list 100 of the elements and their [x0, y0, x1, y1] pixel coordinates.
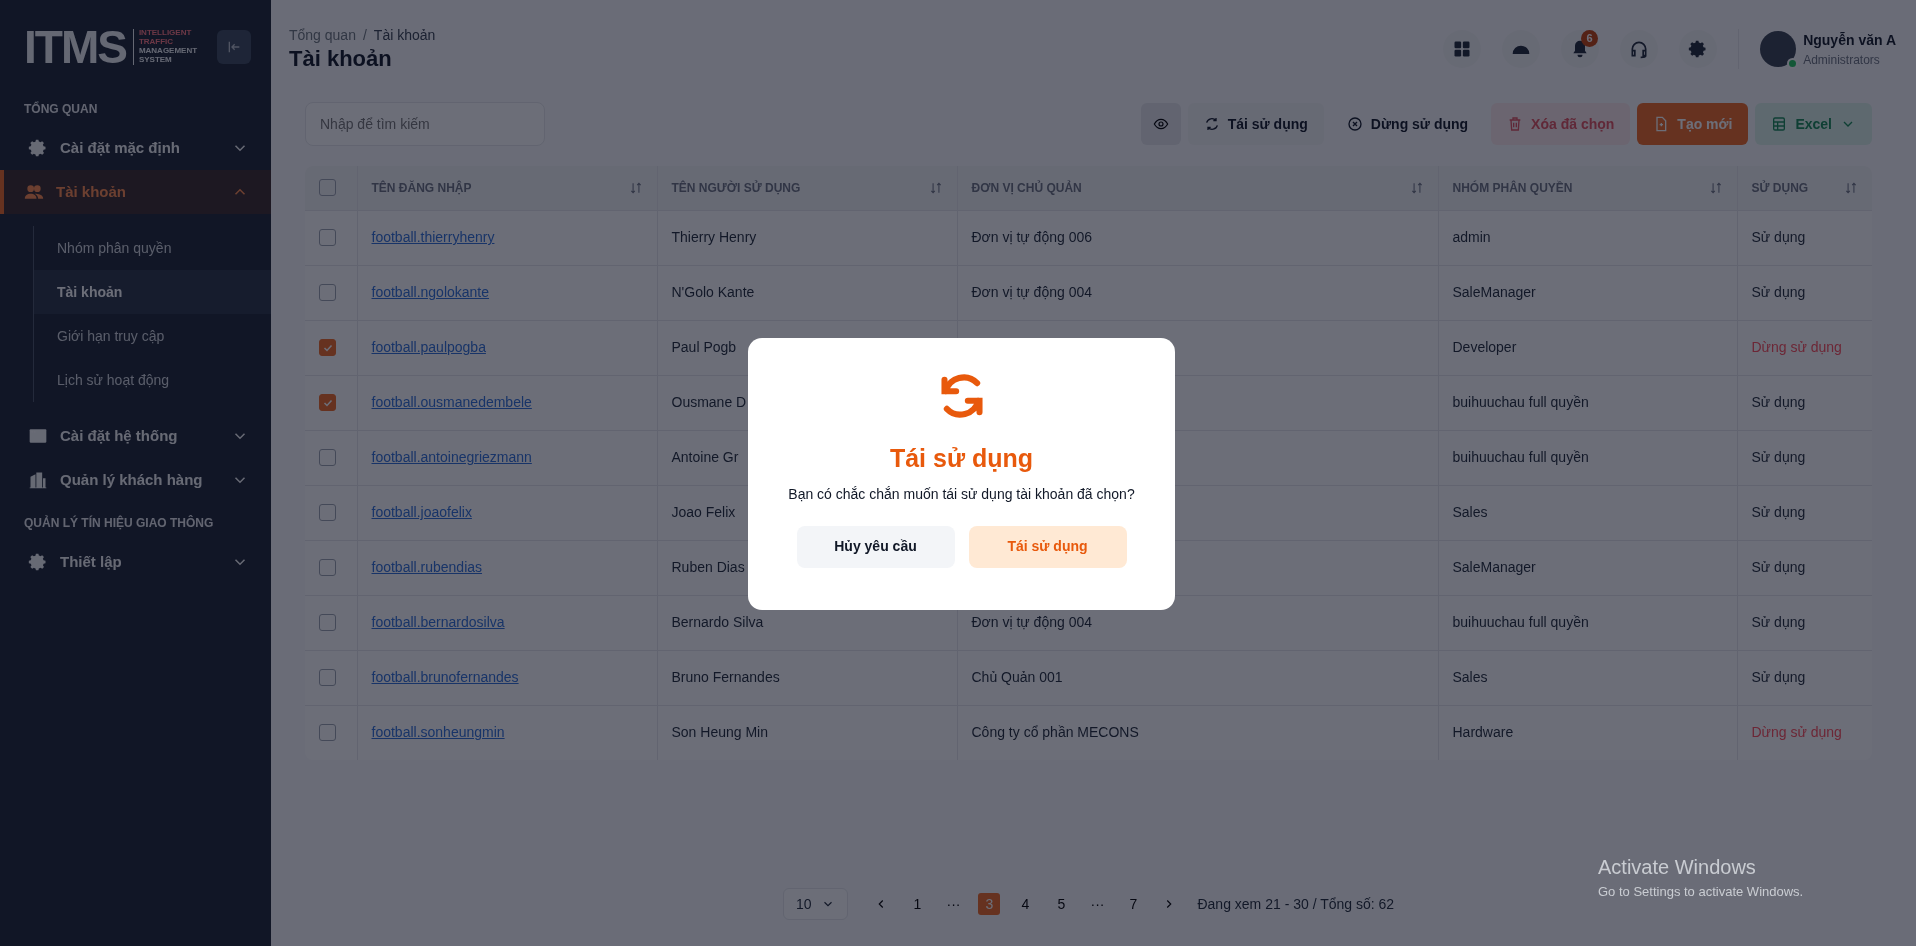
page-button[interactable]: 4 [1014, 893, 1037, 915]
status-text: Sử dụng [1751, 614, 1806, 630]
table-cell: Đơn vị tự động 006 [971, 229, 1092, 245]
building-icon [28, 470, 48, 490]
status-text: Sử dụng [1751, 284, 1806, 300]
sidebar-item[interactable]: Tài khoản [0, 170, 271, 214]
table-cell: buihuuchau full quyền [1452, 394, 1589, 410]
create-button[interactable]: Tạo mới [1637, 103, 1749, 145]
logo-tagline: INTELLIGENT [138, 29, 193, 39]
sort-icon [1708, 180, 1723, 195]
sort-icon [628, 180, 643, 195]
row-checkbox[interactable] [319, 229, 336, 246]
username-link[interactable]: football.rubendias [371, 559, 483, 575]
row-checkbox[interactable] [319, 559, 336, 576]
status-text: Dừng sử dụng [1751, 339, 1842, 355]
dialog-message: Bạn có chắc chắn muốn tái sử dụng tài khoản đã chọn? [788, 484, 1135, 504]
table-cell: Antoine Gr [671, 449, 739, 465]
refresh-icon [1203, 116, 1220, 132]
section-heading: TỔNG QUAN [23, 100, 99, 118]
row-checkbox[interactable] [319, 724, 336, 742]
delete-button[interactable]: Xóa đã chọn [1491, 103, 1631, 145]
page-button[interactable]: 5 [1050, 893, 1073, 915]
row-checkbox[interactable] [319, 449, 336, 466]
page-button[interactable]: ··· [1086, 893, 1109, 915]
table-cell: Thierry Henry [671, 229, 757, 245]
activation-title: Activate Windows [1598, 855, 1757, 880]
row-checkbox[interactable] [319, 284, 336, 301]
user-role: Administrators [1803, 51, 1881, 69]
table-cell: Hardware [1452, 724, 1514, 741]
table-cell: Đơn vị tự động 004 [971, 614, 1092, 630]
table-cell: Sales [1452, 669, 1488, 685]
username-link[interactable]: football.ousmanedembele [371, 394, 532, 410]
breadcrumb-item[interactable]: Tổng quan [289, 25, 356, 47]
stop-button[interactable]: Dừng sử dụng [1330, 103, 1485, 145]
page-button[interactable]: 1 [906, 893, 929, 915]
status-text: Dừng sử dụng [1751, 724, 1842, 741]
table-cell: SaleManager [1452, 284, 1536, 300]
table-cell: Bernardo Silva [671, 614, 764, 630]
collapse-sidebar-button[interactable] [217, 30, 251, 64]
sidebar-item[interactable]: Cài đặt hệ thống [0, 414, 271, 458]
status-text: Sử dụng [1751, 669, 1806, 685]
page-button[interactable]: 3 [978, 893, 1001, 915]
excel-button[interactable]: Excel [1755, 103, 1872, 145]
status-text: Sử dụng [1751, 229, 1806, 245]
sort-icon [1843, 180, 1858, 195]
sidebar-item[interactable]: Cài đặt mặc định [0, 126, 271, 170]
page-button[interactable]: 7 [1122, 893, 1145, 915]
username-link[interactable]: football.joaofelix [371, 504, 472, 520]
cancel-button[interactable]: Hủy yêu cầu [796, 525, 955, 568]
users-icon [24, 182, 44, 202]
row-checkbox[interactable] [319, 339, 336, 356]
sidebar-item[interactable]: Thiết lập [0, 540, 271, 584]
table-cell: Paul Pogb [671, 339, 737, 355]
username-link[interactable]: football.paulpogba [371, 339, 486, 355]
spreadsheet-icon [1771, 116, 1788, 132]
eye-icon [1152, 116, 1169, 132]
table-cell: SaleManager [1452, 559, 1536, 575]
window-icon [28, 426, 48, 446]
confirm-button[interactable]: Tái sử dụng [968, 525, 1127, 568]
sidebar-item[interactable]: Quản lý khách hàng [0, 458, 271, 502]
username-link[interactable]: football.bernardosilva [371, 614, 505, 630]
sort-icon [1409, 180, 1424, 195]
breadcrumb-item[interactable]: Tài khoản [373, 25, 436, 47]
table-cell: N'Golo Kante [671, 284, 755, 300]
gear-icon [28, 138, 48, 158]
table-cell: admin [1452, 229, 1491, 245]
collapse-icon [226, 39, 242, 55]
logo-tagline: TRAFFIC [138, 38, 175, 47]
section-heading: QUẢN LÝ TÍN HIỆU GIAO THÔNG [23, 514, 215, 532]
table-cell: Ruben Dias [671, 559, 745, 575]
username-link[interactable]: football.ngolokante [371, 284, 490, 300]
row-checkbox[interactable] [319, 394, 336, 411]
submenu-item[interactable]: Giới hạn truy cập [34, 314, 271, 358]
logo-tagline: MANAGEMENT [138, 47, 198, 56]
row-checkbox[interactable] [319, 669, 336, 686]
page-size-select[interactable]: 10 [782, 888, 849, 920]
headset-icon [1629, 39, 1650, 59]
user-name: Nguyễn văn A [1803, 30, 1896, 50]
sort-icon [928, 180, 943, 195]
submenu-item[interactable]: Tài khoản [34, 270, 271, 314]
notification-badge: 6 [1581, 30, 1599, 47]
view-button[interactable] [1140, 103, 1181, 145]
table-cell: buihuuchau full quyền [1452, 449, 1589, 465]
table-cell: Đơn vị tự động 004 [971, 284, 1092, 300]
submenu-item[interactable]: Nhóm phân quyền [34, 226, 271, 270]
avatar[interactable] [1760, 31, 1797, 67]
status-text: Sử dụng [1751, 559, 1806, 575]
table-cell: Ousmane D [671, 394, 747, 410]
table-cell: Son Heung Min [671, 724, 768, 741]
username-link[interactable]: football.brunofernandes [371, 669, 519, 685]
username-link[interactable]: football.antoinegriezmann [371, 449, 532, 465]
row-checkbox[interactable] [319, 614, 336, 631]
page-title: Tài khoản [289, 46, 393, 73]
row-checkbox[interactable] [319, 504, 336, 521]
submenu-item[interactable]: Lịch sử hoạt động [34, 358, 271, 402]
username-link[interactable]: football.sonheungmin [371, 724, 505, 741]
select-all-checkbox[interactable] [319, 179, 336, 197]
page-button[interactable]: ··· [942, 893, 965, 915]
username-link[interactable]: football.thierryhenry [371, 229, 495, 245]
breadcrumb-separator: / [362, 26, 367, 46]
